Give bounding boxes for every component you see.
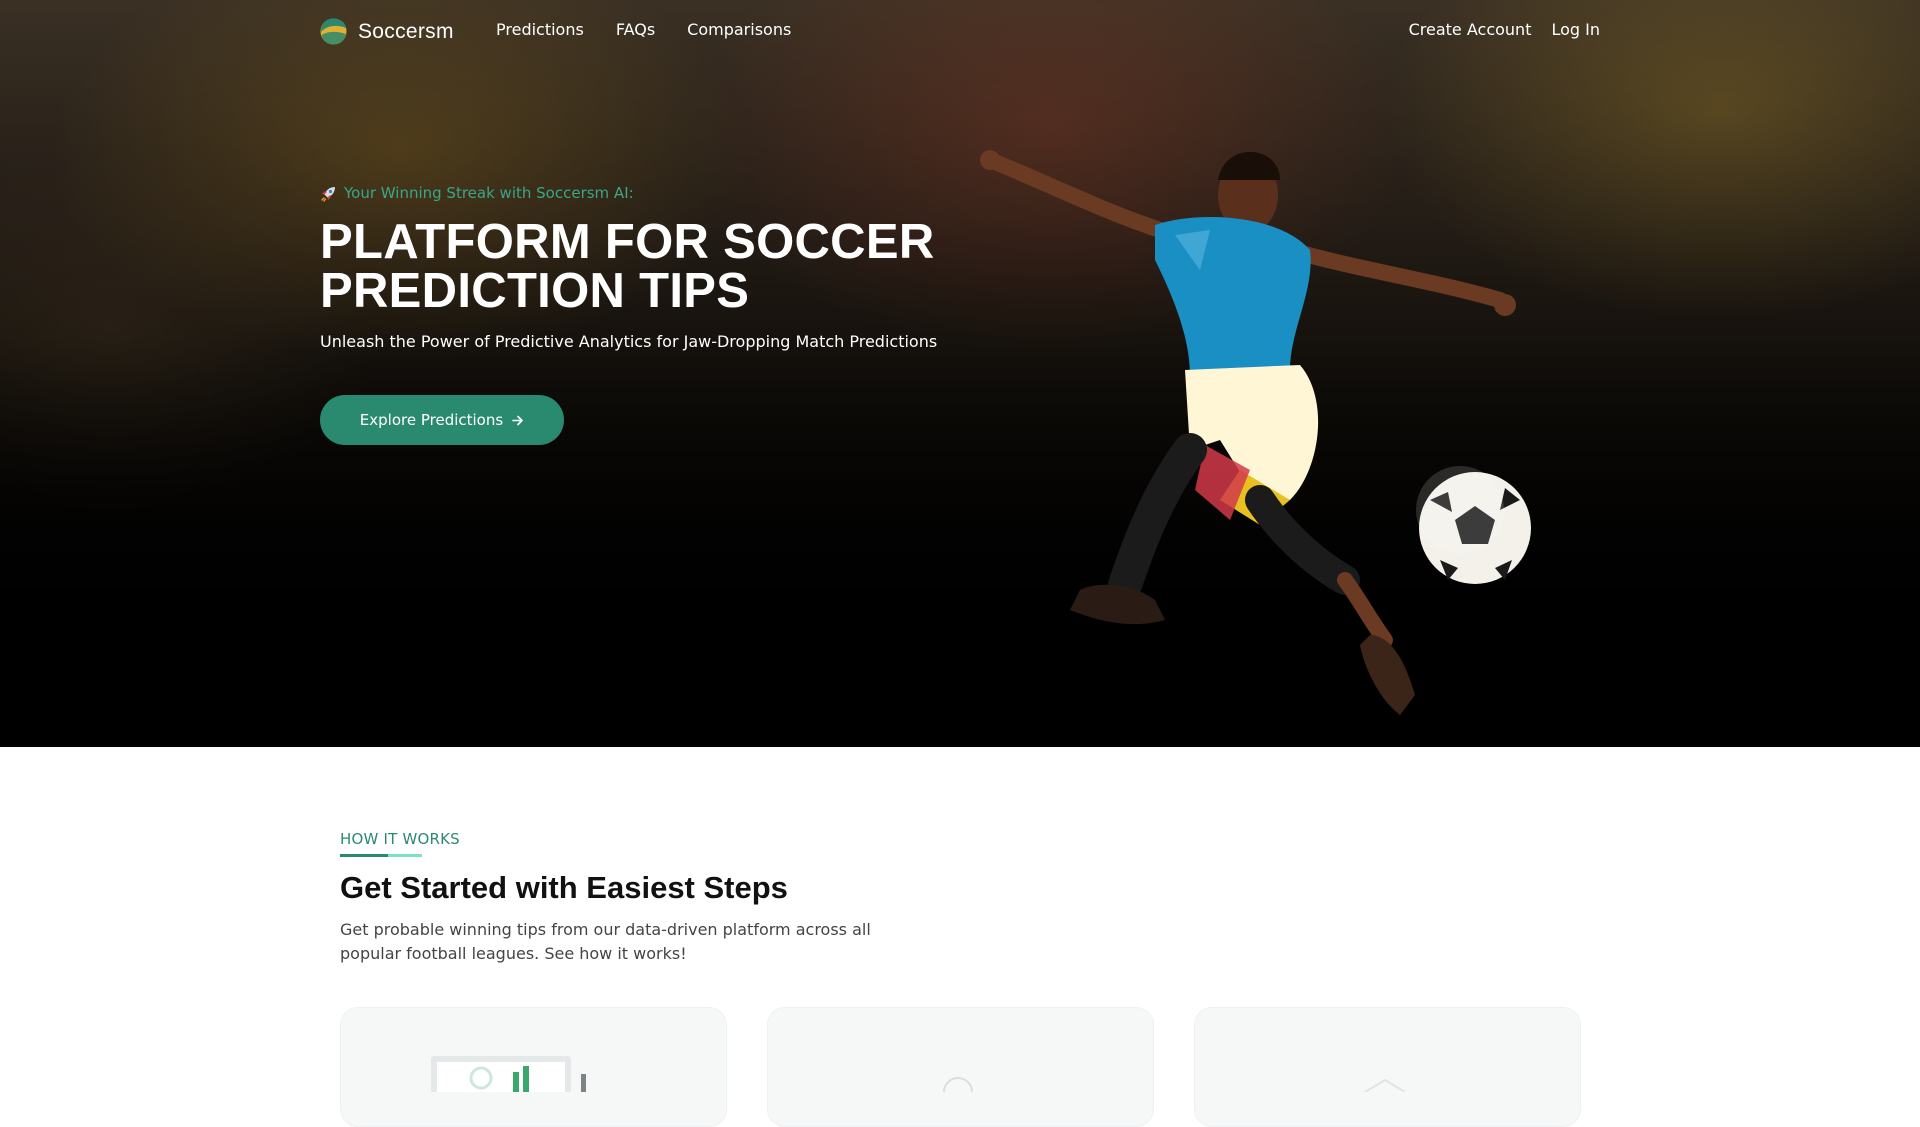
nav-link-predictions[interactable]: Predictions bbox=[496, 20, 584, 39]
section-label-underline bbox=[340, 854, 422, 857]
step-card-1 bbox=[340, 1007, 727, 1127]
nav-link-comparisons[interactable]: Comparisons bbox=[687, 20, 791, 39]
hero-eyebrow-text: Your Winning Streak with Soccersm AI: bbox=[344, 184, 634, 202]
soccersm-logo-icon bbox=[320, 18, 347, 45]
top-navigation: Soccersm Predictions FAQs Comparisons Cr… bbox=[0, 0, 1920, 64]
rocket-icon bbox=[321, 186, 335, 202]
brand-name: Soccersm bbox=[358, 19, 454, 43]
nav-link-faqs[interactable]: FAQs bbox=[616, 20, 655, 39]
hero-headline-line-2: PREDICTION TIPS bbox=[320, 264, 750, 318]
explore-predictions-button[interactable]: Explore Predictions bbox=[320, 395, 564, 445]
hero-headline: PLATFORM FOR SOCCER PREDICTION TIPS bbox=[320, 218, 1020, 316]
how-it-works-title: Get Started with Easiest Steps bbox=[340, 870, 788, 905]
how-it-works-label: HOW IT WORKS bbox=[340, 830, 460, 848]
step-2-illustration bbox=[943, 1077, 973, 1092]
login-link[interactable]: Log In bbox=[1551, 20, 1600, 39]
step-3-illustration bbox=[1364, 1078, 1406, 1092]
hero-headline-line-1: PLATFORM FOR SOCCER bbox=[320, 215, 935, 269]
explore-predictions-label: Explore Predictions bbox=[359, 411, 504, 429]
create-account-link[interactable]: Create Account bbox=[1409, 20, 1532, 39]
hero-section: Soccersm Predictions FAQs Comparisons Cr… bbox=[0, 0, 1920, 747]
steps-cards bbox=[340, 1007, 1581, 1127]
hero-eyebrow: Your Winning Streak with Soccersm AI: bbox=[320, 184, 634, 202]
auth-links: Create Account Log In bbox=[1409, 20, 1600, 39]
step-1-illustration bbox=[431, 1056, 586, 1092]
step-card-3 bbox=[1194, 1007, 1581, 1127]
how-it-works-description: Get probable winning tips from our data-… bbox=[340, 920, 871, 963]
nav-links: Predictions FAQs Comparisons bbox=[496, 20, 791, 39]
soccer-player-image bbox=[980, 150, 1531, 715]
brand-logo[interactable]: Soccersm bbox=[320, 18, 454, 45]
arrow-right-icon bbox=[512, 415, 523, 425]
hero-subheadline: Unleash the Power of Predictive Analytic… bbox=[320, 332, 938, 351]
step-card-2 bbox=[767, 1007, 1154, 1127]
